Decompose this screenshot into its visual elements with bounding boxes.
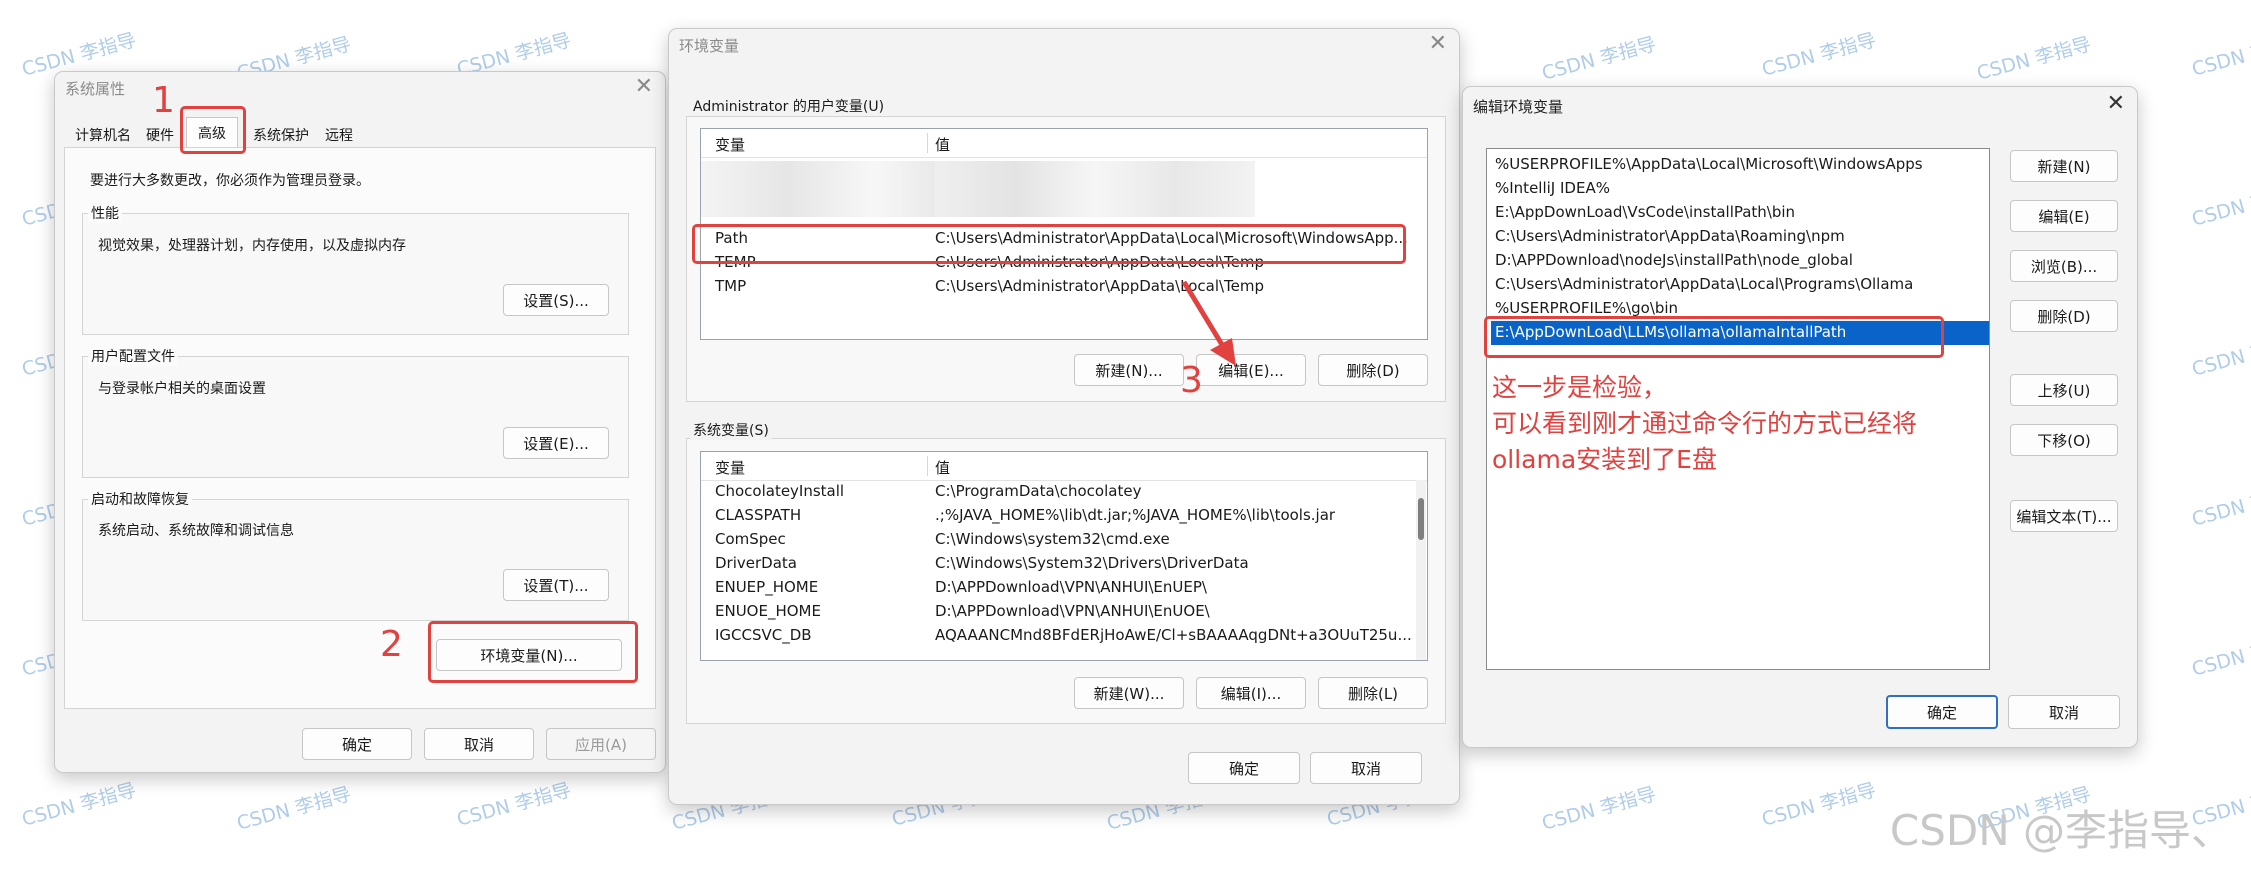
profile-desc: 与登录帐户相关的桌面设置 [98,381,266,397]
list-item[interactable]: C:\Users\Administrator\AppData\Roaming\n… [1491,225,1989,249]
watermark-text: CSDN 李指导 [1759,29,1879,81]
table-row[interactable]: ChocolateyInstall C:\ProgramData\chocolat… [701,480,1427,504]
table-row[interactable]: IGCCSVC_DB AQAAANCMnd8BFdERjHoAwE/Cl+sBAA… [701,624,1427,648]
highlight-advanced-tab [180,106,246,154]
edit-entry-button[interactable]: 编辑(E) [2010,200,2118,232]
move-down-button[interactable]: 下移(O) [2010,424,2118,456]
col-variable: 变量 [715,136,746,154]
user-new-button[interactable]: 新建(N)... [1074,354,1184,386]
user-vars-label: Administrator 的用户变量(U) [690,96,888,116]
list-item[interactable]: %USERPROFILE%\AppData\Local\Microsoft\Wi… [1491,153,1989,177]
startup-desc: 系统启动、系统故障和调试信息 [98,523,294,539]
list-header: 变量 值 [701,129,1427,158]
new-entry-button[interactable]: 新建(N) [2010,150,2118,182]
table-row[interactable]: DriverData C:\Windows\System32\Drivers\Dr… [701,552,1427,576]
list-header: 变量 值 [701,452,1427,481]
ok-button[interactable]: 确定 [302,728,412,760]
watermark-text: CSDN 李指导 [1759,779,1879,831]
table-row[interactable]: ENUOE_HOME D:\APPDownload\VPN\ANHUI\EnUOE… [701,600,1427,624]
tab-hardware[interactable]: 硬件 [140,123,180,147]
step-1-label: 1 [152,80,175,121]
annotation-note-line: ollama安装到了E盘 [1492,445,1717,474]
annotation-note-line: 这一步是检验， [1492,373,1668,402]
highlight-env-button [428,621,638,683]
profile-settings-button[interactable]: 设置(E)... [503,427,609,459]
system-vars-label: 系统变量(S) [690,420,772,440]
tab-computer-name[interactable]: 计算机名 [68,123,138,147]
cancel-button[interactable]: 取消 [424,728,534,760]
edit-text-button[interactable]: 编辑文本(T)... [2010,500,2118,532]
list-item[interactable]: %IntelliJ IDEA% [1491,177,1989,201]
system-delete-button[interactable]: 删除(L) [1318,677,1428,709]
system-vars-list[interactable]: 变量 值 ChocolateyInstall C:\ProgramData\cho… [700,451,1428,661]
corner-watermark: CSDN @李指导、 [1889,806,2233,855]
tab-system-protection[interactable]: 系统保护 [246,123,316,147]
ok-button[interactable]: 确定 [1188,752,1300,784]
watermark-text: CSDN 李指导 [19,779,139,831]
performance-group [82,213,629,335]
col-value: 值 [935,136,951,154]
startup-group [82,499,629,621]
scrollbar[interactable] [1416,480,1426,660]
table-row[interactable]: TMP C:\Users\Administrator\AppData\Local\… [701,275,1427,299]
list-item[interactable]: C:\Users\Administrator\AppData\Local\Pro… [1491,273,1989,297]
highlight-path-row [692,224,1406,264]
performance-settings-button[interactable]: 设置(S)... [503,284,609,316]
close-icon[interactable]: ✕ [1429,31,1447,56]
startup-label: 启动和故障恢复 [88,489,192,509]
annotation-note-line: 可以看到刚才通过命令行的方式已经将 [1492,409,1918,438]
system-new-button[interactable]: 新建(W)... [1074,677,1184,709]
table-row[interactable]: CLASSPATH .;%JAVA_HOME%\lib\dt.jar;%JAVA_… [701,504,1427,528]
admin-note: 要进行大多数更改，你必须作为管理员登录。 [90,173,370,189]
highlight-ollama-entry [1484,316,1944,358]
profile-group [82,356,629,478]
system-edit-button[interactable]: 编辑(I)... [1196,677,1306,709]
step-2-label: 2 [380,624,403,665]
arrow-icon [1181,280,1236,366]
col-variable: 变量 [715,459,746,477]
annotation-note: 这一步是检验， 可以看到刚才通过命令行的方式已经将 ollama安装到了E盘 [1492,370,1917,478]
close-icon[interactable]: ✕ [635,74,653,99]
watermark-text: CSDN 李指导 [1539,33,1659,85]
list-item[interactable]: E:\AppDownLoad\VsCode\installPath\bin [1491,201,1989,225]
window-title: 系统属性 [65,80,126,98]
watermark-text: CSDN 李指导 [2189,479,2251,531]
window-title: 环境变量 [679,37,740,55]
window-title: 编辑环境变量 [1473,98,1564,116]
performance-desc: 视觉效果，处理器计划，内存使用，以及虚拟内存 [98,238,406,254]
startup-settings-button[interactable]: 设置(T)... [503,569,609,601]
cancel-button[interactable]: 取消 [2008,695,2120,729]
cancel-button[interactable]: 取消 [1310,752,1422,784]
watermark-text: CSDN 李指导 [1539,783,1659,835]
table-row[interactable]: ComSpec C:\Windows\system32\cmd.exe [701,528,1427,552]
watermark-text: CSDN 李指导 [2189,29,2251,81]
apply-button[interactable]: 应用(A) [546,728,656,760]
watermark-text: CSDN 李指导 [2189,329,2251,381]
watermark-text: CSDN 李指导 [1974,33,2094,85]
col-value: 值 [935,459,951,477]
watermark-text: CSDN 李指导 [2189,179,2251,231]
performance-label: 性能 [88,203,122,223]
watermark-text: CSDN 李指导 [454,779,574,831]
watermark-text: CSDN 李指导 [2189,629,2251,681]
blurred-rows [935,161,1255,217]
browse-button[interactable]: 浏览(B)... [2010,250,2118,282]
tab-remote[interactable]: 远程 [320,123,358,147]
profile-label: 用户配置文件 [88,346,178,366]
blurred-rows [701,161,961,217]
close-icon[interactable]: ✕ [2107,91,2125,116]
list-item[interactable]: D:\APPDownload\nodeJs\installPath\node_g… [1491,249,1989,273]
delete-entry-button[interactable]: 删除(D) [2010,300,2118,332]
user-delete-button[interactable]: 删除(D) [1318,354,1428,386]
table-row[interactable]: ENUEP_HOME D:\APPDownload\VPN\ANHUI\EnUEP… [701,576,1427,600]
move-up-button[interactable]: 上移(U) [2010,374,2118,406]
watermark-text: CSDN 李指导 [234,783,354,835]
ok-button[interactable]: 确定 [1886,695,1998,729]
